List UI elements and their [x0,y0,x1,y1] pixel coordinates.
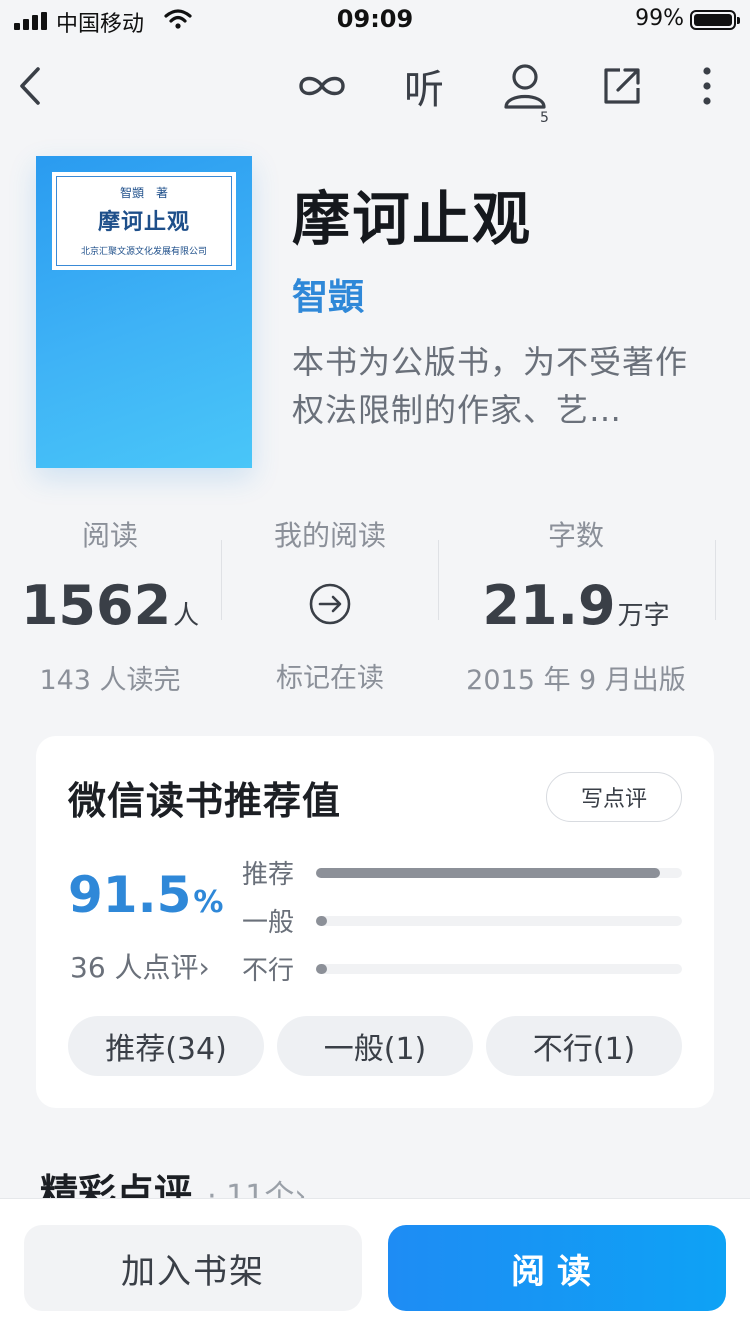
stat-my-reading-sub: 标记在读 [276,663,384,694]
book-author-link[interactable]: 智顗 [292,268,364,320]
book-description[interactable]: 本书为公版书，为不受著作权法限制的作家、艺… [292,338,712,434]
divider [438,540,439,620]
reader-icon[interactable] [494,60,556,112]
stat-words-unit: 万字 [617,601,670,631]
cover-author: 智顗 著 [119,186,168,200]
featured-reviews-header[interactable]: 精彩点评 · 11个› [40,1162,440,1198]
cover-label: 智顗 著 摩诃止观 北京汇聚文源文化发展有限公司 [52,172,236,270]
filter-average-button[interactable]: 一般(1) [277,1016,473,1076]
arrow-circle-icon[interactable] [220,572,440,636]
divider [715,540,716,620]
bar-fill [316,916,327,926]
book-title: 摩诃止观 [292,185,533,253]
cover-publisher: 北京汇聚文源文化发展有限公司 [80,247,207,257]
book-cover[interactable]: 智顗 著 摩诃止观 北京汇聚文源文化发展有限公司 [36,156,252,468]
stat-reading-sub: 143 人读完 [39,665,181,696]
stat-reading[interactable]: 阅读 1562 人 143 人读完 [0,510,220,697]
filter-bad-button[interactable]: 不行(1) [486,1016,682,1076]
battery-percent: 99% [635,6,684,31]
write-review-button[interactable]: 写点评 [546,772,682,822]
more-icon[interactable] [690,60,724,112]
featured-count: · 11个› [207,1179,307,1198]
rating-bar-recommend: 推荐 [242,854,682,894]
infinity-icon[interactable] [292,60,352,112]
recommend-score: 91.5 % [68,866,223,924]
battery-icon [690,10,740,30]
score-value: 91.5 [68,866,192,924]
stat-reading-label: 阅读 [81,519,138,552]
stat-words: 字数 21.9 万字 2015 年 9 月出版 [466,510,686,697]
nav-bar: 听 5 [0,48,750,126]
bar-track [316,868,682,878]
stat-reading-unit: 人 [173,601,200,631]
add-to-shelf-button[interactable]: 加入书架 [24,1225,362,1311]
stat-my-reading[interactable]: 我的阅读 标记在读 [220,510,440,695]
share-icon[interactable] [598,60,646,112]
read-button[interactable]: 阅读 [388,1225,726,1311]
bottom-bar: 加入书架 阅读 [0,1198,750,1334]
score-unit: % [193,885,224,920]
bar-fill [316,868,661,878]
back-icon[interactable] [10,60,50,112]
stats-row: 阅读 1562 人 143 人读完 我的阅读 标记在读 字数 21.9 万字 2… [0,510,750,696]
bar-track [316,916,682,926]
stat-words-label: 字数 [547,519,604,552]
review-count-link[interactable]: 36 人点评› [70,946,210,986]
status-bar: 中国移动 09:09 99% [0,0,750,40]
bar-track [316,964,682,974]
featured-title: 精彩点评 [40,1171,193,1198]
stat-my-reading-label: 我的阅读 [273,519,386,552]
bar-label: 一般 [242,908,295,938]
recommend-card: 微信读书推荐值 写点评 91.5 % 36 人点评› 推荐 一般 不行 推荐(3… [36,736,714,1108]
listen-icon[interactable]: 听 [396,60,452,113]
reader-count: 5 [540,110,549,126]
bar-fill [316,964,327,974]
bar-label: 推荐 [242,860,295,890]
rating-bar-bad: 不行 [242,950,682,990]
stat-reading-value: 1562 [20,574,172,637]
stat-words-value: 21.9 [482,574,616,637]
bar-label: 不行 [242,956,295,986]
recommend-title: 微信读书推荐值 [68,779,342,823]
filter-recommend-button[interactable]: 推荐(34) [68,1016,264,1076]
stat-words-sub: 2015 年 9 月出版 [466,665,686,696]
cover-title: 摩诃止观 [97,209,190,235]
listen-label: 听 [404,67,444,113]
rating-bar-average: 一般 [242,902,682,942]
